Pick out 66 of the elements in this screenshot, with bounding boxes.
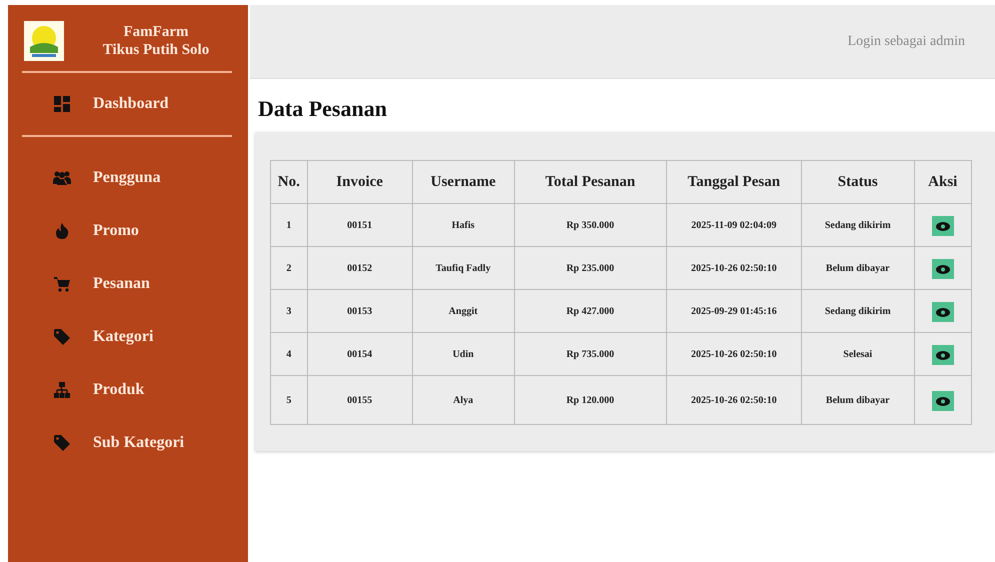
table-cell: Anggit bbox=[412, 290, 514, 332]
logo-icon bbox=[24, 21, 64, 61]
view-button[interactable] bbox=[932, 391, 954, 411]
table-cell: 00154 bbox=[307, 332, 412, 376]
table-cell: Alya bbox=[412, 376, 514, 424]
table-cell: 4 bbox=[270, 332, 308, 376]
view-button[interactable] bbox=[932, 302, 954, 322]
sidebar-item[interactable]: Kategori bbox=[8, 310, 248, 363]
fire-icon bbox=[53, 222, 71, 238]
table-cell: 00155 bbox=[307, 376, 412, 424]
column-header: Username bbox=[412, 160, 514, 204]
table-cell: Selesai bbox=[801, 332, 914, 376]
table-cell: 2025-11-09 02:04:09 bbox=[666, 204, 802, 246]
table-cell: 2025-10-26 02:50:10 bbox=[666, 332, 802, 376]
column-header: No. bbox=[270, 160, 308, 204]
table-cell: 00153 bbox=[307, 290, 412, 332]
brand-name: Tikus Putih Solo bbox=[102, 41, 210, 59]
table-cell: Rp 350.000 bbox=[514, 204, 666, 246]
table-cell: 3 bbox=[270, 290, 308, 332]
table-cell: Rp 427.000 bbox=[514, 290, 666, 332]
table-cell: 2 bbox=[270, 246, 308, 290]
view-button[interactable] bbox=[932, 345, 954, 365]
sidebar-item[interactable]: Promo bbox=[8, 204, 248, 257]
table-cell: 5 bbox=[270, 376, 308, 424]
table-cell: Rp 235.000 bbox=[514, 246, 666, 290]
table-cell: Belum dibayar bbox=[801, 246, 914, 290]
table-cell: 2025-09-29 01:45:16 bbox=[666, 290, 802, 332]
table-cell: 1 bbox=[270, 204, 308, 246]
table-cell: Udin bbox=[412, 332, 514, 376]
table-cell: 2025-10-26 02:50:10 bbox=[666, 376, 802, 424]
eye-icon bbox=[936, 264, 950, 274]
table-cell: Sedang dikirim bbox=[801, 290, 914, 332]
table-cell: Belum dibayar bbox=[801, 376, 914, 424]
sidebar-item[interactable]: Produk bbox=[8, 363, 248, 416]
view-button[interactable] bbox=[932, 216, 954, 236]
column-header: Invoice bbox=[307, 160, 412, 204]
table-cell: Taufiq Fadly bbox=[412, 246, 514, 290]
table-cell: 2025-10-26 02:50:10 bbox=[666, 246, 802, 290]
table-cell: Rp 120.000 bbox=[514, 376, 666, 424]
sitemap-icon bbox=[53, 382, 71, 398]
table-cell: Hafis bbox=[412, 204, 514, 246]
tag-icon bbox=[53, 328, 71, 344]
users-icon bbox=[53, 170, 71, 186]
login-status: Login sebagai admin bbox=[848, 34, 965, 50]
view-button[interactable] bbox=[932, 259, 954, 279]
eye-icon bbox=[936, 222, 950, 230]
eye-icon bbox=[936, 308, 950, 316]
eye-icon bbox=[936, 396, 950, 406]
table-cell: 00152 bbox=[307, 246, 412, 290]
eye-icon bbox=[936, 350, 950, 360]
cart-icon bbox=[53, 276, 71, 292]
sidebar-item[interactable]: Sub Kategori bbox=[8, 416, 248, 469]
table-cell: Rp 735.000 bbox=[514, 332, 666, 376]
column-header: Status bbox=[801, 160, 914, 204]
brand-name: FamFarm bbox=[124, 23, 188, 41]
column-header: Aksi bbox=[914, 160, 972, 204]
sidebar-item[interactable]: Dashboard bbox=[8, 73, 248, 135]
page-title: Data Pesanan bbox=[258, 96, 388, 122]
column-header: Total Pesanan bbox=[514, 160, 666, 204]
column-header: Tanggal Pesan bbox=[666, 160, 802, 204]
table-cell: 00151 bbox=[307, 204, 412, 246]
dashboard-icon bbox=[53, 96, 71, 112]
table-cell: Sedang dikirim bbox=[801, 204, 914, 246]
sidebar-item[interactable]: Pengguna bbox=[8, 151, 248, 204]
sidebar-item[interactable]: Pesanan bbox=[8, 257, 248, 310]
tag-icon bbox=[53, 434, 71, 450]
